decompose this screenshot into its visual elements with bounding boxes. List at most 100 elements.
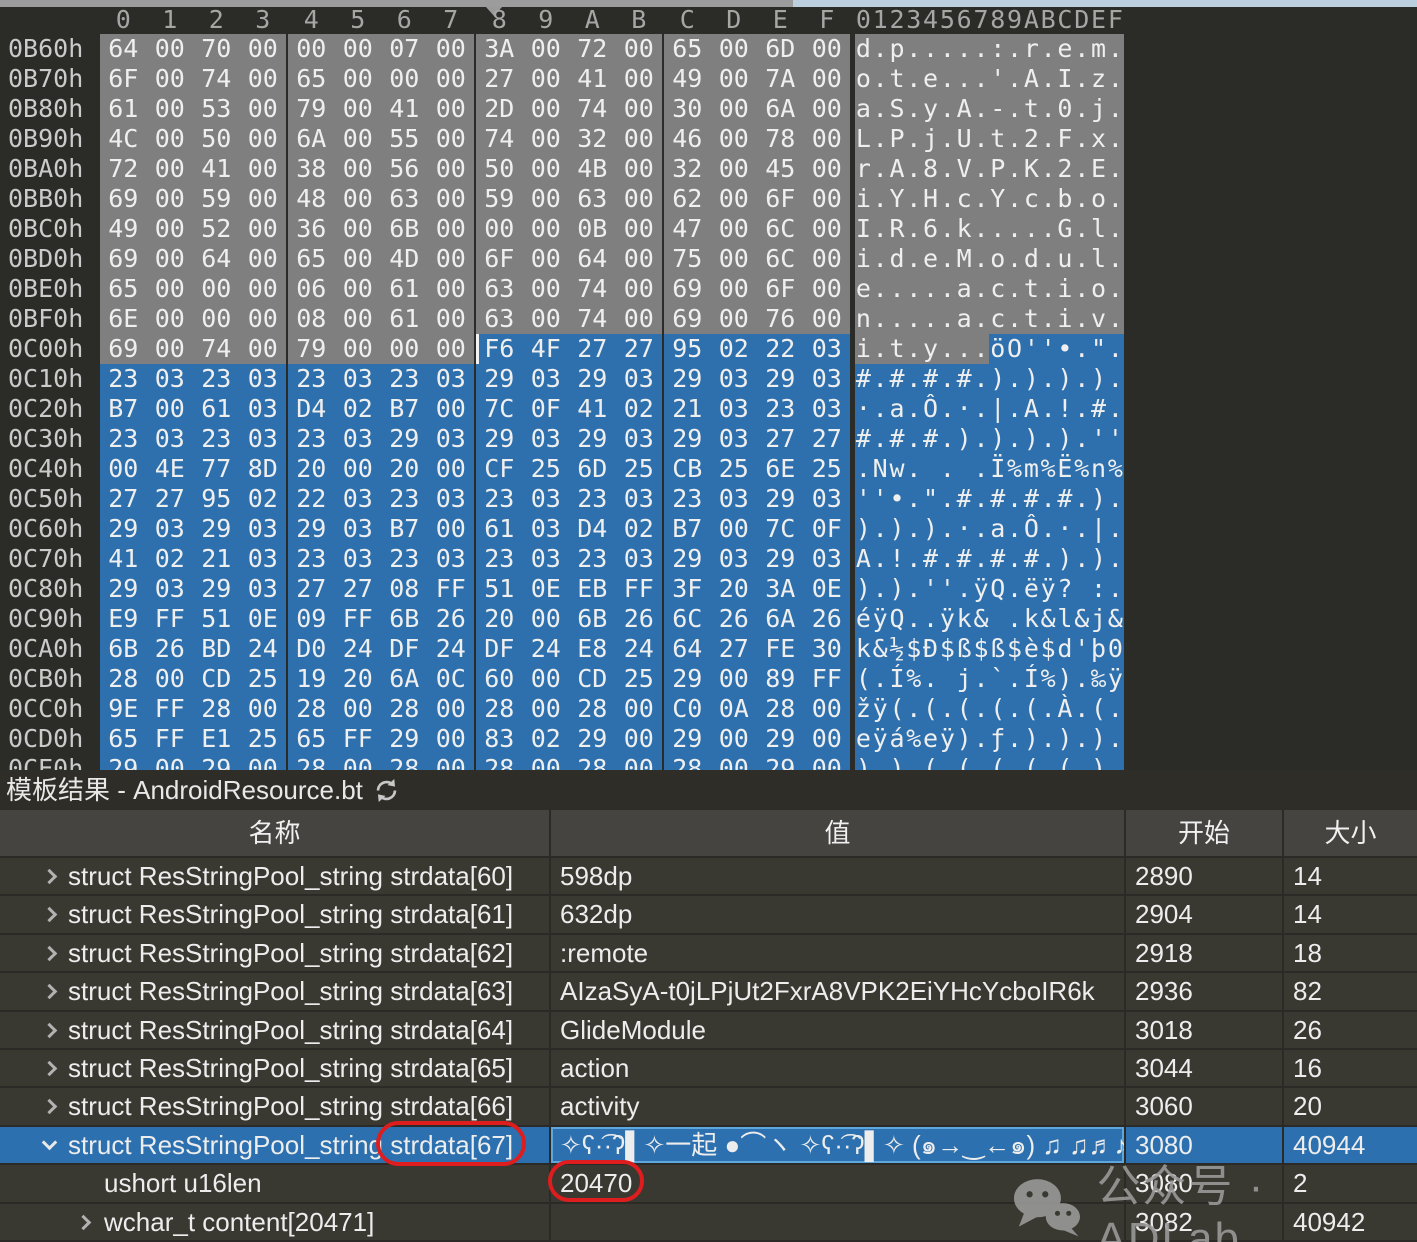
ascii-char[interactable]: ) xyxy=(889,514,906,544)
hex-byte[interactable]: 00 xyxy=(147,244,194,274)
ascii-char[interactable]: t xyxy=(989,124,1006,154)
hex-byte[interactable]: 65 xyxy=(288,724,335,754)
ascii-char[interactable]: . xyxy=(1107,364,1124,394)
hex-byte[interactable]: 00 xyxy=(147,334,194,364)
hex-byte[interactable]: 03 xyxy=(240,544,287,574)
ascii-char[interactable]: . xyxy=(905,334,922,364)
ascii-char[interactable]: . xyxy=(939,214,956,244)
hex-byte[interactable]: 63 xyxy=(476,274,523,304)
hex-byte[interactable]: 29 xyxy=(381,724,428,754)
hex-byte[interactable]: 00 xyxy=(428,754,475,770)
hex-byte[interactable]: 00 xyxy=(193,304,240,334)
hex-byte[interactable]: 00 xyxy=(428,724,475,754)
hex-byte[interactable]: 29 xyxy=(757,754,804,770)
hex-byte[interactable]: 00 xyxy=(428,334,475,364)
hex-byte[interactable]: 00 xyxy=(428,514,475,544)
ascii-char[interactable]: . xyxy=(1040,34,1057,64)
ascii-char[interactable]: $ xyxy=(905,634,922,664)
hex-byte[interactable]: 28 xyxy=(288,754,335,770)
hex-byte[interactable]: 22 xyxy=(288,484,335,514)
hex-byte[interactable]: 03 xyxy=(240,394,287,424)
ascii-char[interactable]: . xyxy=(939,64,956,94)
chevron-right-icon[interactable] xyxy=(42,1061,58,1077)
hex-byte[interactable]: 02 xyxy=(335,394,382,424)
hex-byte[interactable]: 6B xyxy=(381,604,428,634)
ascii-char[interactable]: ( xyxy=(922,694,939,724)
hex-byte[interactable]: 28 xyxy=(569,694,616,724)
ascii-char[interactable]: ? xyxy=(1057,574,1074,604)
ascii-char[interactable]: ) xyxy=(889,574,906,604)
ascii-char[interactable]: . xyxy=(973,64,990,94)
ascii-char[interactable]: . xyxy=(905,304,922,334)
hex-byte[interactable]: 00 xyxy=(711,514,758,544)
ascii-char[interactable]: c xyxy=(956,184,973,214)
ascii-char[interactable]: # xyxy=(956,484,973,514)
ascii-char[interactable]: Ð xyxy=(922,634,939,664)
ascii-char[interactable]: . xyxy=(905,214,922,244)
ascii-char[interactable]: Q xyxy=(989,574,1006,604)
ascii-char[interactable]: i xyxy=(1057,274,1074,304)
hex-byte[interactable]: 23 xyxy=(381,544,428,574)
ascii-char[interactable]: . xyxy=(1006,244,1023,274)
hex-byte[interactable]: 00 xyxy=(523,214,570,244)
ascii-char[interactable]: . xyxy=(956,334,973,364)
ascii-char[interactable]: À xyxy=(1057,694,1074,724)
hex-byte[interactable]: 28 xyxy=(476,754,523,770)
hex-byte[interactable]: 79 xyxy=(288,334,335,364)
hex-byte[interactable]: 27 xyxy=(711,634,758,664)
ascii-char[interactable]: A xyxy=(1023,394,1040,424)
hex-byte[interactable]: 23 xyxy=(100,424,147,454)
ascii-char[interactable]: v xyxy=(1090,304,1107,334)
hex-byte[interactable]: 00 xyxy=(804,754,851,770)
hex-byte[interactable]: 00 xyxy=(240,154,287,184)
ascii-char[interactable]: ' xyxy=(922,574,939,604)
ascii-char[interactable]: P xyxy=(889,124,906,154)
ascii-char[interactable]: ( xyxy=(956,694,973,724)
ascii-char[interactable]: . xyxy=(1107,334,1124,364)
hex-byte[interactable]: 00 xyxy=(711,94,758,124)
hex-byte[interactable]: 69 xyxy=(100,244,147,274)
ascii-char[interactable]: # xyxy=(989,484,1006,514)
ascii-char[interactable]: ÿ xyxy=(872,694,889,724)
hex-byte[interactable]: 00 xyxy=(616,304,663,334)
ascii-char[interactable]: i xyxy=(855,184,872,214)
ascii-char[interactable]: ' xyxy=(989,64,1006,94)
hex-byte[interactable]: 00 xyxy=(147,274,194,304)
ascii-char[interactable]: . xyxy=(1006,124,1023,154)
ascii-char[interactable]: ) xyxy=(855,574,872,604)
ascii-char[interactable]: . xyxy=(973,124,990,154)
ascii-char[interactable]: . xyxy=(1073,244,1090,274)
hex-byte[interactable]: 00 xyxy=(147,214,194,244)
hex-byte[interactable]: 00 xyxy=(100,454,147,484)
ascii-char[interactable]: k xyxy=(956,604,973,634)
hex-byte[interactable]: 03 xyxy=(804,544,851,574)
ascii-char[interactable]: ) xyxy=(1090,754,1107,770)
ascii-char[interactable]: é xyxy=(855,604,872,634)
hex-byte[interactable]: FE xyxy=(757,634,804,664)
hex-byte[interactable]: 03 xyxy=(523,514,570,544)
ascii-char[interactable]: . xyxy=(1006,34,1023,64)
ascii-char[interactable] xyxy=(939,664,956,694)
hex-byte[interactable]: 03 xyxy=(147,364,194,394)
hex-byte[interactable]: 29 xyxy=(664,544,711,574)
hex-byte[interactable]: DF xyxy=(476,634,523,664)
ascii-char[interactable]: . xyxy=(973,154,990,184)
hex-byte[interactable]: 00 xyxy=(240,754,287,770)
hex-byte[interactable]: 64 xyxy=(664,634,711,664)
ascii-char[interactable]: " xyxy=(1090,334,1107,364)
ascii-char[interactable]: . xyxy=(872,514,889,544)
hex-byte[interactable]: 4E xyxy=(147,454,194,484)
hex-byte[interactable]: 24 xyxy=(240,634,287,664)
hex-byte[interactable]: 00 xyxy=(147,184,194,214)
ascii-char[interactable]: • xyxy=(889,484,906,514)
hex-byte[interactable]: 76 xyxy=(757,304,804,334)
hex-byte[interactable]: 00 xyxy=(335,334,382,364)
ascii-char[interactable]: I xyxy=(1057,64,1074,94)
ascii-char[interactable]: 0 xyxy=(1057,94,1074,124)
ascii-char[interactable]: x xyxy=(1090,124,1107,154)
hex-byte[interactable]: 02 xyxy=(523,724,570,754)
hex-byte[interactable]: 29 xyxy=(757,484,804,514)
ascii-char[interactable]: o xyxy=(1090,274,1107,304)
hex-byte[interactable]: 28 xyxy=(664,754,711,770)
ascii-char[interactable]: S xyxy=(889,94,906,124)
